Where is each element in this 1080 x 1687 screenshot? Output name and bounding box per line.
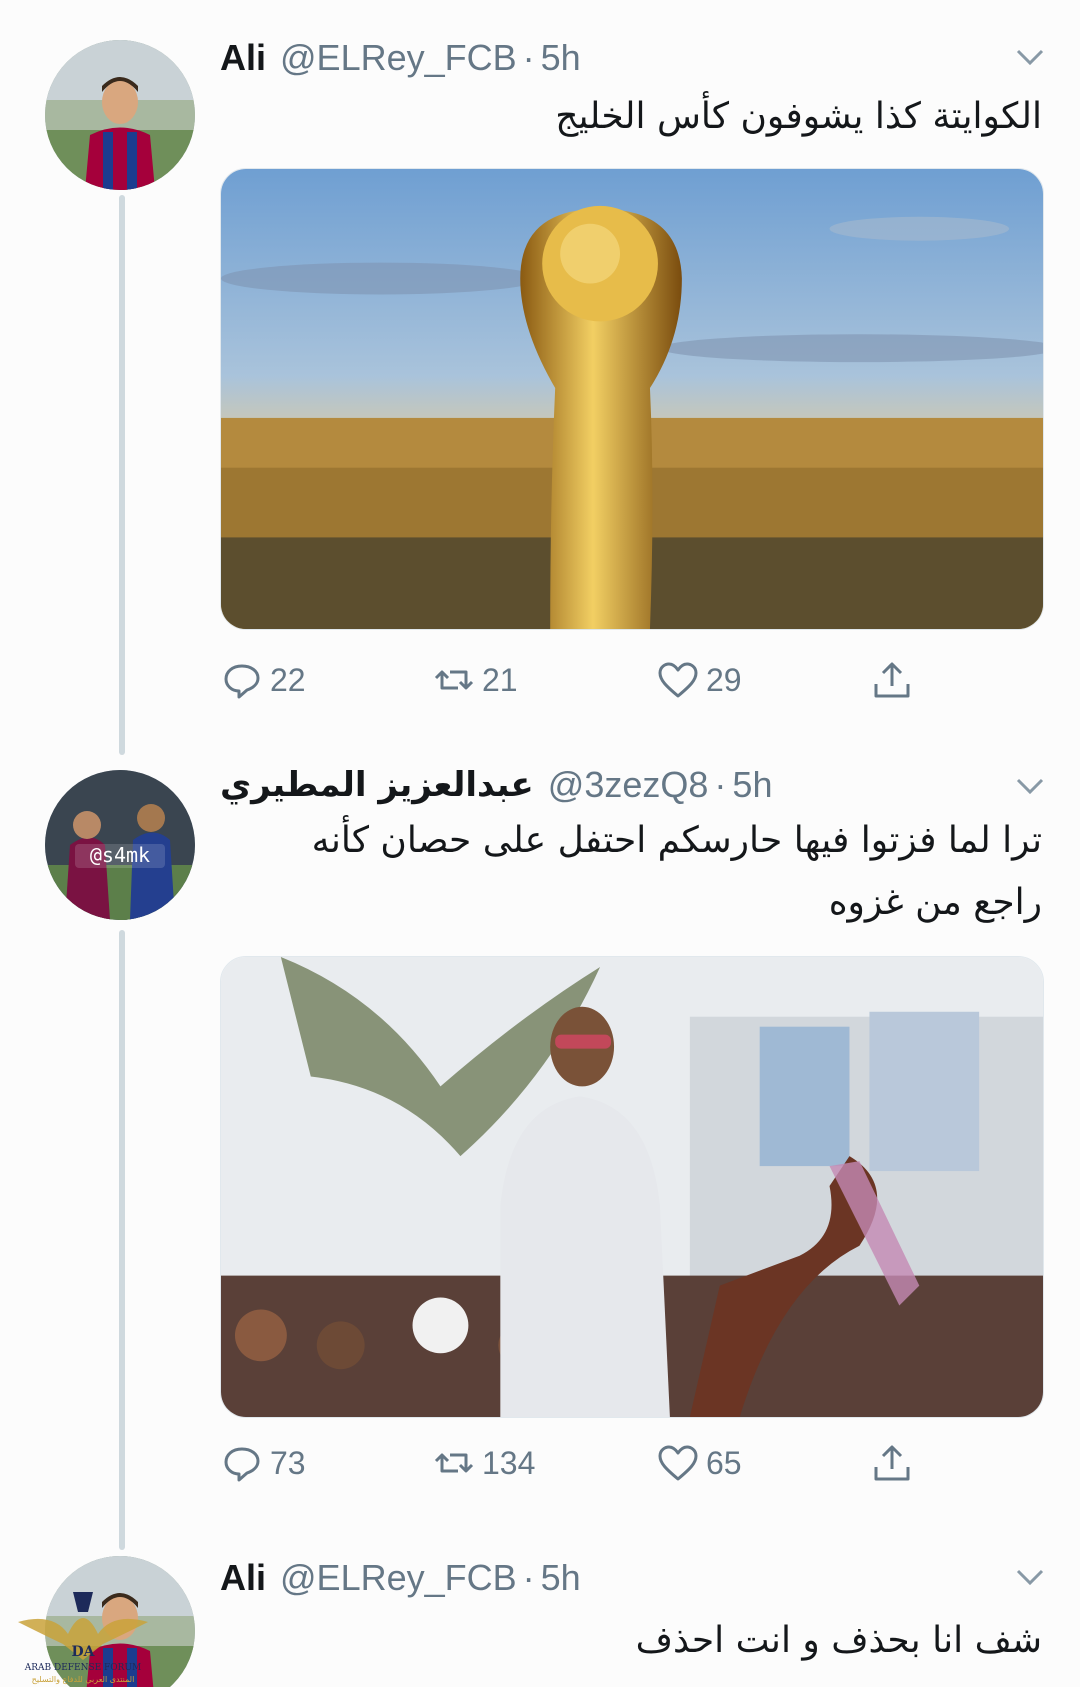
- eagle-logo-icon: DA ARAB DEFENSE FORUM المنتدى العربي للد…: [18, 1592, 148, 1684]
- avatar-image-boy: [45, 40, 195, 190]
- reply-button[interactable]: 73: [220, 1433, 306, 1493]
- username[interactable]: @3zezQ8: [548, 760, 709, 810]
- display-name[interactable]: Ali: [220, 33, 266, 83]
- forum-watermark-logo: DA ARAB DEFENSE FORUM المنتدى العربي للد…: [8, 1582, 158, 1687]
- tweet-text-line: ترا لما فزتوا فيها حارسكم احتفل على حصان…: [311, 820, 1042, 861]
- retweet-count: 134: [482, 1444, 536, 1481]
- tweet-actions: 22 21 29: [220, 650, 940, 710]
- tweet-image[interactable]: [220, 168, 1044, 630]
- timestamp[interactable]: 5h: [541, 33, 581, 83]
- timestamp[interactable]: 5h: [732, 760, 772, 810]
- reply-button[interactable]: 22: [220, 650, 306, 710]
- display-name[interactable]: Ali: [220, 1553, 266, 1603]
- caret-down-icon[interactable]: [1010, 37, 1050, 77]
- trophy-photo: [221, 169, 1043, 629]
- tweet-text: الكوايتة كذا يشوفون كأس الخليج: [555, 96, 1042, 137]
- like-icon: [658, 1445, 698, 1481]
- username[interactable]: @ELRey_FCB: [280, 1553, 517, 1603]
- watermark-title: ARAB DEFENSE FORUM: [24, 1663, 142, 1673]
- timestamp[interactable]: 5h: [541, 1553, 581, 1603]
- retweet-count: 21: [482, 661, 518, 698]
- tweet[interactable]: Ali @ELRey_FCB · 5h الكوايتة كذا يشوفون …: [0, 0, 1080, 740]
- username[interactable]: @ELRey_FCB: [280, 33, 517, 83]
- separator-dot: ·: [522, 37, 535, 78]
- retweet-button[interactable]: 134: [432, 1433, 535, 1493]
- avatar[interactable]: @s4mk: [45, 770, 195, 920]
- like-button[interactable]: 65: [656, 1433, 742, 1493]
- reply-icon: [224, 664, 260, 699]
- like-count: 29: [706, 661, 742, 698]
- share-button[interactable]: [870, 1433, 920, 1493]
- tweet-text: ترا لما فزتوا فيها حارسكم احتفل على حصان…: [220, 810, 1042, 934]
- like-button[interactable]: 29: [656, 650, 742, 710]
- share-icon: [874, 1445, 910, 1481]
- reply-icon: [224, 1447, 260, 1482]
- tweet-header: Ali @ELRey_FCB · 5h: [220, 33, 1050, 83]
- tweet-actions: 73 134 65: [220, 1433, 940, 1493]
- caret-down-icon[interactable]: [1010, 766, 1050, 806]
- like-count: 65: [706, 1444, 742, 1481]
- tweet-thread: Ali @ELRey_FCB · 5h الكوايتة كذا يشوفون …: [0, 0, 1080, 1687]
- avatar[interactable]: [45, 40, 195, 190]
- tweet[interactable]: @s4mk عبدالعزيز المطيري @3zezQ8 · 5h ترا…: [0, 760, 1080, 1482]
- share-button[interactable]: [870, 650, 920, 710]
- tweet[interactable]: Ali @ELRey_FCB · 5h شف انا بحذف و انت اح…: [0, 1520, 1080, 1687]
- separator-dot: ·: [714, 764, 727, 805]
- share-icon: [874, 662, 910, 698]
- avatar-image-players: @s4mk: [45, 770, 195, 920]
- reply-count: 73: [270, 1444, 306, 1481]
- watermark-subtitle: المنتدى العربي للدفاع والتسليح: [32, 1675, 135, 1684]
- tweet-header: Ali @ELRey_FCB · 5h: [220, 1553, 1050, 1603]
- tweet-image[interactable]: [220, 956, 1044, 1418]
- retweet-icon: [434, 670, 474, 690]
- tweet-header: عبدالعزيز المطيري @3zezQ8 · 5h: [220, 760, 1050, 810]
- retweet-button[interactable]: 21: [432, 650, 518, 710]
- display-name[interactable]: عبدالعزيز المطيري: [220, 760, 534, 810]
- watermark-brand: DA: [71, 1644, 95, 1660]
- tweet-text-line: راجع من غزوه: [828, 882, 1042, 923]
- horse-rider-photo: [221, 957, 1043, 1417]
- like-icon: [658, 662, 698, 698]
- retweet-icon: [434, 1453, 474, 1473]
- separator-dot: ·: [522, 1557, 535, 1598]
- reply-count: 22: [270, 661, 306, 698]
- avatar-tag: @s4mk: [90, 843, 150, 867]
- tweet-text: شف انا بحذف و انت احذف: [635, 1620, 1042, 1661]
- caret-down-icon[interactable]: [1010, 1557, 1050, 1597]
